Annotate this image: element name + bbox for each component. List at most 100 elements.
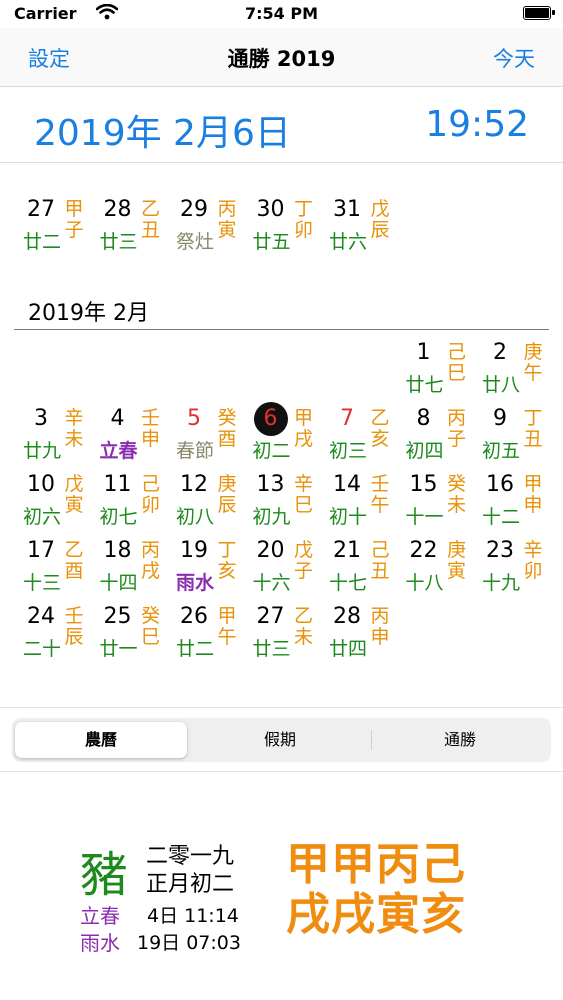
ganzhi-label: 庚寅 bbox=[446, 539, 466, 582]
day-number: 11 bbox=[103, 472, 132, 497]
ganzhi-label: 己丑 bbox=[370, 539, 390, 582]
ganzhi-label: 戊子 bbox=[293, 539, 313, 582]
lunar-date: 十七 bbox=[328, 572, 367, 594]
lunar-date: 立春 bbox=[99, 440, 138, 462]
day-number: 29 bbox=[180, 197, 208, 222]
calendar-day[interactable]: 9 初五 丁丑 bbox=[477, 406, 553, 470]
ganzhi-label: 癸巳 bbox=[140, 605, 160, 648]
lunar-date: 初五 bbox=[481, 440, 520, 462]
solar-term-2-time: 19日 07:03 bbox=[137, 932, 241, 954]
segment-almanac[interactable]: 通勝 bbox=[372, 722, 548, 758]
calendar-day[interactable]: 28 廿三 乙丑 bbox=[95, 197, 171, 261]
ganzhi-label: 辛卯 bbox=[523, 539, 543, 582]
calendar-day[interactable]: 21 十七 己丑 bbox=[324, 538, 400, 602]
lunar-date: 廿五 bbox=[252, 231, 291, 253]
calendar-day[interactable]: 29 祭灶 丙寅 bbox=[171, 197, 247, 261]
calendar-day[interactable]: 11 初七 己卯 bbox=[95, 472, 171, 536]
ganzhi-label: 丙子 bbox=[446, 407, 466, 450]
view-segmented-control[interactable]: 農曆 假期 通勝 bbox=[12, 718, 551, 762]
ganzhi-label: 己卯 bbox=[140, 473, 160, 516]
day-number: 14 bbox=[333, 472, 361, 497]
current-time: 19:52 bbox=[425, 104, 529, 145]
solar-term-1-name: 立春 bbox=[80, 904, 120, 928]
lunar-date: 十二 bbox=[481, 506, 520, 528]
day-number: 23 bbox=[486, 538, 514, 563]
calendar-day[interactable]: 15 十一 癸未 bbox=[401, 472, 477, 536]
calendar-day[interactable]: 10 初六 戊寅 bbox=[18, 472, 94, 536]
ganzhi-label: 癸酉 bbox=[217, 407, 237, 450]
today-button[interactable]: 今天 bbox=[493, 43, 535, 73]
calendar-day[interactable]: 7 初三 乙亥 bbox=[324, 406, 400, 470]
month-divider bbox=[14, 329, 549, 330]
ganzhi-label: 丙申 bbox=[370, 605, 390, 648]
ganzhi-label: 癸未 bbox=[446, 473, 466, 516]
status-time: 7:54 PM bbox=[244, 4, 318, 23]
calendar-day[interactable]: 28 廿四 丙申 bbox=[324, 604, 400, 668]
calendar-day[interactable]: 5 春節 癸酉 bbox=[171, 406, 247, 470]
lunar-date: 初四 bbox=[405, 440, 444, 462]
lunar-date: 初二 bbox=[252, 440, 291, 462]
lunar-date: 二十 bbox=[22, 638, 61, 660]
lunar-date: 十三 bbox=[22, 572, 61, 594]
day-number: 27 bbox=[27, 197, 55, 222]
calendar-day[interactable]: 26 廿二 甲午 bbox=[171, 604, 247, 668]
pillars-branches: 戌戌寅亥 bbox=[286, 889, 466, 940]
calendar-day[interactable]: 1 廿七 己巳 bbox=[401, 340, 477, 404]
ganzhi-label: 辛未 bbox=[64, 407, 84, 450]
lunar-date: 廿一 bbox=[99, 638, 138, 660]
ganzhi-label: 壬辰 bbox=[64, 605, 84, 648]
calendar-day[interactable]: 12 初八 庚辰 bbox=[171, 472, 247, 536]
lunar-date: 初十 bbox=[328, 506, 367, 528]
day-number: 19 bbox=[180, 538, 208, 563]
calendar-day[interactable]: 18 十四 丙戌 bbox=[95, 538, 171, 602]
ganzhi-label: 己巳 bbox=[446, 341, 466, 384]
ganzhi-label: 壬申 bbox=[140, 407, 160, 450]
calendar-day[interactable]: 20 十六 戊子 bbox=[248, 538, 324, 602]
segment-holidays[interactable]: 假期 bbox=[190, 722, 370, 758]
lunar-date: 十一 bbox=[405, 506, 444, 528]
calendar-day[interactable]: 31 廿六 戊辰 bbox=[324, 197, 400, 261]
ganzhi-label: 戊辰 bbox=[370, 198, 390, 241]
calendar-day[interactable]: 24 二十 壬辰 bbox=[18, 604, 94, 668]
solar-term-1-time: 4日 11:14 bbox=[147, 905, 239, 927]
ganzhi-label: 甲戌 bbox=[293, 407, 313, 450]
ganzhi-label: 丙寅 bbox=[217, 198, 237, 241]
solar-term-2-name: 雨水 bbox=[80, 931, 120, 955]
calendar-day[interactable]: 30 廿五 丁卯 bbox=[248, 197, 324, 261]
ganzhi-label: 丙戌 bbox=[140, 539, 160, 582]
calendar-day[interactable]: 22 十八 庚寅 bbox=[401, 538, 477, 602]
calendar-day[interactable]: 8 初四 丙子 bbox=[401, 406, 477, 470]
day-number: 8 bbox=[416, 406, 431, 431]
segment-lunar[interactable]: 農曆 bbox=[15, 722, 187, 758]
calendar-day[interactable]: 27 廿二 甲子 bbox=[18, 197, 94, 261]
day-number: 1 bbox=[416, 340, 431, 365]
battery-icon bbox=[523, 6, 551, 20]
ganzhi-label: 乙未 bbox=[293, 605, 313, 648]
lunar-date: 初三 bbox=[328, 440, 367, 462]
lunar-date: 雨水 bbox=[175, 572, 214, 594]
calendar-day[interactable]: 14 初十 壬午 bbox=[324, 472, 400, 536]
calendar-day[interactable]: 4 立春 壬申 bbox=[95, 406, 171, 470]
calendar-day[interactable]: 16 十二 甲申 bbox=[477, 472, 553, 536]
calendar-day[interactable]: 25 廿一 癸巳 bbox=[95, 604, 171, 668]
calendar-day[interactable]: 2 廿八 庚午 bbox=[477, 340, 553, 404]
calendar-scroll-view[interactable]: 大寒 27廿二甲子28廿三乙丑29祭灶丙寅30廿五丁卯31廿六戊辰 2019年 … bbox=[0, 163, 563, 709]
day-number: 31 bbox=[333, 197, 361, 222]
calendar-day[interactable]: 19 雨水 丁亥 bbox=[171, 538, 247, 602]
day-number: 28 bbox=[333, 604, 361, 629]
calendar-day[interactable]: 13 初九 辛巳 bbox=[248, 472, 324, 536]
ganzhi-label: 辛巳 bbox=[293, 473, 313, 516]
day-number: 28 bbox=[103, 197, 132, 222]
calendar-day[interactable]: 3 廿九 辛未 bbox=[18, 406, 94, 470]
calendar-day[interactable]: 27 廿三 乙未 bbox=[248, 604, 324, 668]
lunar-date: 廿六 bbox=[328, 231, 367, 253]
day-number: 3 bbox=[34, 406, 48, 431]
lunar-date: 初七 bbox=[99, 506, 138, 528]
calendar-day[interactable]: 6 初二 甲戌 bbox=[248, 402, 324, 470]
ganzhi-label: 戊寅 bbox=[64, 473, 84, 516]
calendar-day[interactable]: 23 十九 辛卯 bbox=[477, 538, 553, 602]
current-date-bar: 2019年 2月6日 19:52 bbox=[0, 88, 563, 163]
day-number: 27 bbox=[256, 604, 285, 629]
calendar-day[interactable]: 17 十三 乙酉 bbox=[18, 538, 94, 602]
ganzhi-label: 甲申 bbox=[523, 473, 543, 516]
